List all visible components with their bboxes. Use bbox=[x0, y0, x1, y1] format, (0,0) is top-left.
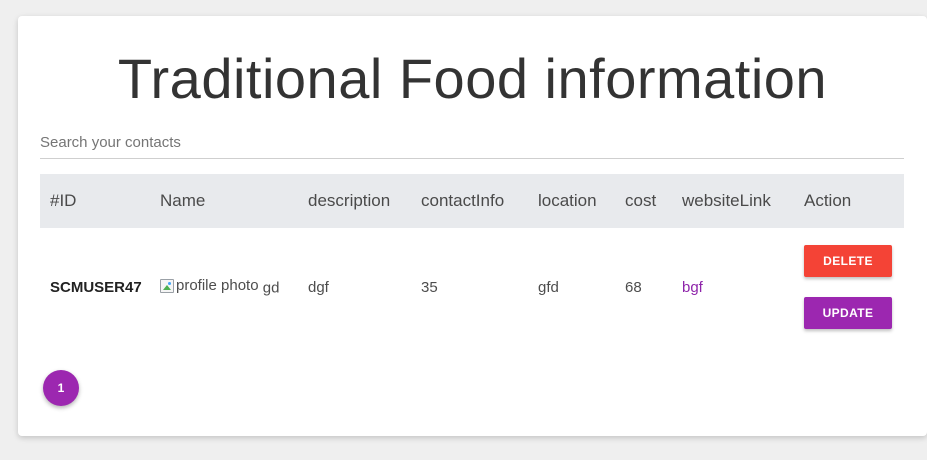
cell-description: dgf bbox=[308, 278, 329, 296]
cell-contactinfo: 35 bbox=[421, 278, 438, 296]
profile-photo: profile photo bbox=[160, 277, 259, 294]
header-cost: cost bbox=[625, 191, 657, 210]
cell-location: gfd bbox=[538, 278, 559, 296]
cell-cost: 68 bbox=[625, 278, 642, 296]
pagination-page-button[interactable]: 1 bbox=[43, 370, 79, 406]
search-input[interactable] bbox=[40, 128, 904, 156]
header-contactinfo: contactInfo bbox=[421, 191, 505, 210]
profile-photo-alt: profile photo bbox=[176, 277, 259, 295]
broken-image-icon bbox=[160, 278, 174, 293]
delete-button[interactable]: DELETE bbox=[804, 245, 892, 277]
header-location: location bbox=[538, 191, 597, 210]
cell-id: SCMUSER47 bbox=[50, 278, 142, 296]
food-info-card: Traditional Food information #ID Name de… bbox=[18, 16, 927, 436]
search-bar bbox=[40, 128, 904, 159]
table-row: SCMUSER47 profile photo gd dgf 35 gfd 68… bbox=[40, 228, 904, 346]
header-description: description bbox=[308, 191, 391, 210]
table-header-row: #ID Name description contactInfo locatio… bbox=[40, 174, 904, 228]
update-button[interactable]: UPDATE bbox=[804, 297, 892, 329]
cell-name-text: gd bbox=[262, 279, 280, 297]
cell-name: profile photo gd bbox=[150, 228, 298, 346]
header-action: Action bbox=[804, 191, 852, 210]
header-id: #ID bbox=[50, 191, 77, 210]
cell-websitelink[interactable]: bgf bbox=[672, 228, 794, 346]
header-name: Name bbox=[160, 191, 206, 210]
food-table: #ID Name description contactInfo locatio… bbox=[40, 174, 904, 346]
cell-action: DELETE UPDATE bbox=[794, 228, 904, 346]
page-title: Traditional Food information bbox=[117, 47, 828, 110]
header-websitelink: websiteLink bbox=[682, 191, 771, 210]
action-buttons: DELETE UPDATE bbox=[804, 245, 904, 329]
